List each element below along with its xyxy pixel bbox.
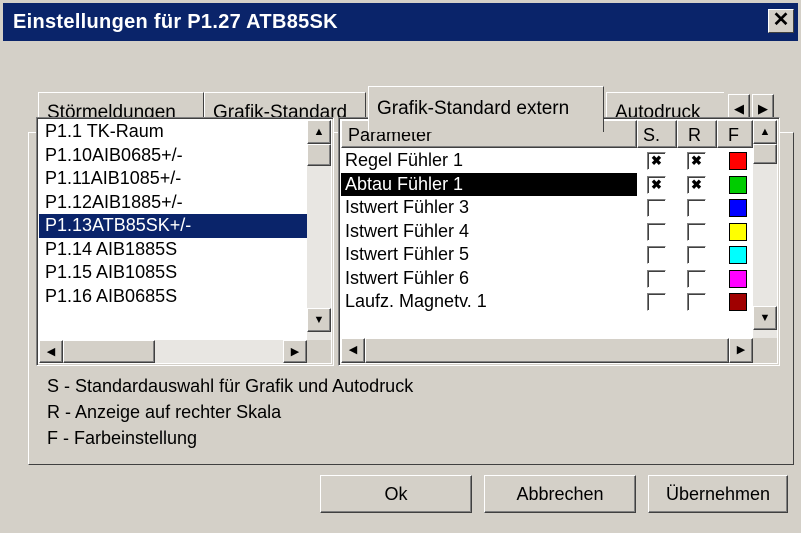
arrow-down-icon: ▼ xyxy=(759,312,771,324)
arrow-left-icon: ◀ xyxy=(348,344,358,356)
legend-f: F - Farbeinstellung xyxy=(47,428,198,448)
header-s[interactable]: S. xyxy=(637,120,677,148)
parameter-name[interactable]: Regel Fühler 1 xyxy=(341,149,637,172)
station-list-vscrollbar[interactable]: ▲ ▼ xyxy=(307,120,331,340)
scroll-thumb[interactable] xyxy=(365,338,729,363)
scroll-thumb[interactable] xyxy=(307,144,331,166)
scroll-up-button[interactable]: ▲ xyxy=(753,120,777,144)
legend-s: S - Standardauswahl für Grafik und Autod… xyxy=(47,376,414,396)
list-item[interactable]: P1.1 TK-Raum xyxy=(39,120,307,144)
apply-button[interactable]: Übernehmen xyxy=(648,475,788,513)
arrow-left-icon: ◀ xyxy=(46,346,56,358)
arrow-left-icon: ◀ xyxy=(734,101,744,116)
color-swatch[interactable] xyxy=(729,152,747,170)
arrow-up-icon: ▲ xyxy=(313,126,325,138)
list-item[interactable]: P1.14 AIB1885S xyxy=(39,238,307,262)
right-scale-checkbox[interactable] xyxy=(687,222,706,241)
station-list-hscrollbar[interactable]: ◀ ▶ xyxy=(39,340,307,363)
standard-checkbox[interactable] xyxy=(647,222,666,241)
close-button[interactable]: ✕ xyxy=(768,9,794,33)
button-label: Übernehmen xyxy=(665,484,771,504)
standard-checkbox[interactable]: ✖ xyxy=(647,152,666,170)
button-label: Ok xyxy=(384,484,408,504)
list-item[interactable]: P1.12AIB1885+/- xyxy=(39,191,307,215)
right-scale-checkbox[interactable]: ✖ xyxy=(687,152,706,170)
standard-checkbox[interactable] xyxy=(647,246,666,264)
scroll-corner xyxy=(753,338,777,363)
table-row[interactable]: Regel Fühler 1 ✖ ✖ xyxy=(341,149,753,173)
scroll-up-button[interactable]: ▲ xyxy=(307,120,331,144)
scroll-thumb[interactable] xyxy=(753,144,777,164)
list-item[interactable]: P1.11AIB1085+/- xyxy=(39,167,307,191)
title-bar[interactable]: Einstellungen für P1.27 ATB85SK ✕ xyxy=(3,3,798,41)
header-f[interactable]: F xyxy=(717,120,753,148)
parameter-name[interactable]: Istwert Fühler 5 xyxy=(341,243,637,266)
table-row[interactable]: Istwert Fühler 6 xyxy=(341,267,753,291)
list-item-selected[interactable]: P1.13ATB85SK+/- xyxy=(39,214,307,238)
station-list[interactable]: P1.1 TK-Raum P1.10AIB0685+/- P1.11AIB108… xyxy=(36,117,334,366)
list-item[interactable]: P1.16 AIB0685S xyxy=(39,285,307,309)
window-title: Einstellungen für P1.27 ATB85SK xyxy=(13,11,338,33)
color-swatch[interactable] xyxy=(729,175,747,194)
color-swatch[interactable] xyxy=(729,246,747,264)
table-row[interactable]: Abtau Fühler 1 ✖ ✖ xyxy=(341,172,753,197)
scroll-left-button[interactable]: ◀ xyxy=(39,340,63,363)
grid-rows: Regel Fühler 1 ✖ ✖ Abtau Fühler 1 ✖ ✖ Istwert … xyxy=(341,149,753,337)
table-row[interactable]: Istwert Fühler 4 xyxy=(341,220,753,244)
scroll-right-button[interactable]: ▶ xyxy=(283,340,307,363)
list-item[interactable]: P1.15 AIB1085S xyxy=(39,261,307,285)
button-label: Abbrechen xyxy=(516,484,604,504)
arrow-up-icon: ▲ xyxy=(759,126,771,138)
tab-label: Grafik-Standard extern xyxy=(377,98,570,119)
standard-checkbox[interactable] xyxy=(647,293,666,311)
standard-checkbox[interactable] xyxy=(647,199,666,217)
table-row[interactable]: Istwert Fühler 3 xyxy=(341,196,753,220)
table-row[interactable]: Laufz. Magnetv. 1 xyxy=(341,290,753,314)
table-row[interactable]: Istwert Fühler 5 xyxy=(341,243,753,267)
cancel-button[interactable]: Abbrechen xyxy=(484,475,636,513)
parameter-name[interactable]: Istwert Fühler 6 xyxy=(341,267,637,290)
parameter-name[interactable]: Istwert Fühler 4 xyxy=(341,220,637,243)
arrow-right-icon: ▶ xyxy=(736,344,746,356)
parameter-name[interactable]: Abtau Fühler 1 xyxy=(341,172,637,196)
parameter-name[interactable]: Laufz. Magnetv. 1 xyxy=(341,290,637,313)
header-label: F xyxy=(728,125,739,145)
arrow-down-icon: ▼ xyxy=(313,314,325,326)
header-label: R xyxy=(688,125,701,145)
standard-checkbox[interactable] xyxy=(647,269,666,288)
color-swatch[interactable] xyxy=(729,293,747,311)
legend: S - Standardauswahl für Grafik und Autod… xyxy=(47,373,413,451)
scroll-corner xyxy=(307,340,331,363)
color-swatch[interactable] xyxy=(729,199,747,217)
right-scale-checkbox[interactable]: ✖ xyxy=(687,175,706,194)
station-list-items: P1.1 TK-Raum P1.10AIB0685+/- P1.11AIB108… xyxy=(39,120,307,340)
close-icon: ✕ xyxy=(772,9,790,31)
color-swatch[interactable] xyxy=(729,269,747,288)
grid-hscrollbar[interactable]: ◀ ▶ xyxy=(341,338,753,363)
scroll-thumb[interactable] xyxy=(63,340,155,363)
right-scale-checkbox[interactable] xyxy=(687,246,706,264)
header-r[interactable]: R xyxy=(677,120,717,148)
tab-grafik-standard-extern[interactable]: Grafik-Standard extern xyxy=(368,86,604,132)
right-scale-checkbox[interactable] xyxy=(687,269,706,288)
right-scale-checkbox[interactable] xyxy=(687,293,706,311)
arrow-right-icon: ▶ xyxy=(290,346,300,358)
right-scale-checkbox[interactable] xyxy=(687,199,706,217)
parameter-grid[interactable]: Parameter S. R F Regel Fühler 1 ✖ ✖ Abtau F… xyxy=(338,117,780,366)
scroll-left-button[interactable]: ◀ xyxy=(341,338,365,363)
legend-r: R - Anzeige auf rechter Skala xyxy=(47,402,282,422)
standard-checkbox[interactable]: ✖ xyxy=(647,175,666,194)
grid-vscrollbar[interactable]: ▲ ▼ xyxy=(753,120,777,338)
parameter-name[interactable]: Istwert Fühler 3 xyxy=(341,196,637,219)
scroll-right-button[interactable]: ▶ xyxy=(729,338,753,363)
arrow-right-icon: ▶ xyxy=(758,101,768,116)
settings-dialog: Einstellungen für P1.27 ATB85SK ✕ Störme… xyxy=(0,0,801,533)
list-item[interactable]: P1.10AIB0685+/- xyxy=(39,144,307,168)
ok-button[interactable]: Ok xyxy=(320,475,472,513)
header-label: S. xyxy=(643,125,661,145)
scroll-down-button[interactable]: ▼ xyxy=(307,308,331,332)
color-swatch[interactable] xyxy=(729,222,747,241)
scroll-down-button[interactable]: ▼ xyxy=(753,306,777,330)
